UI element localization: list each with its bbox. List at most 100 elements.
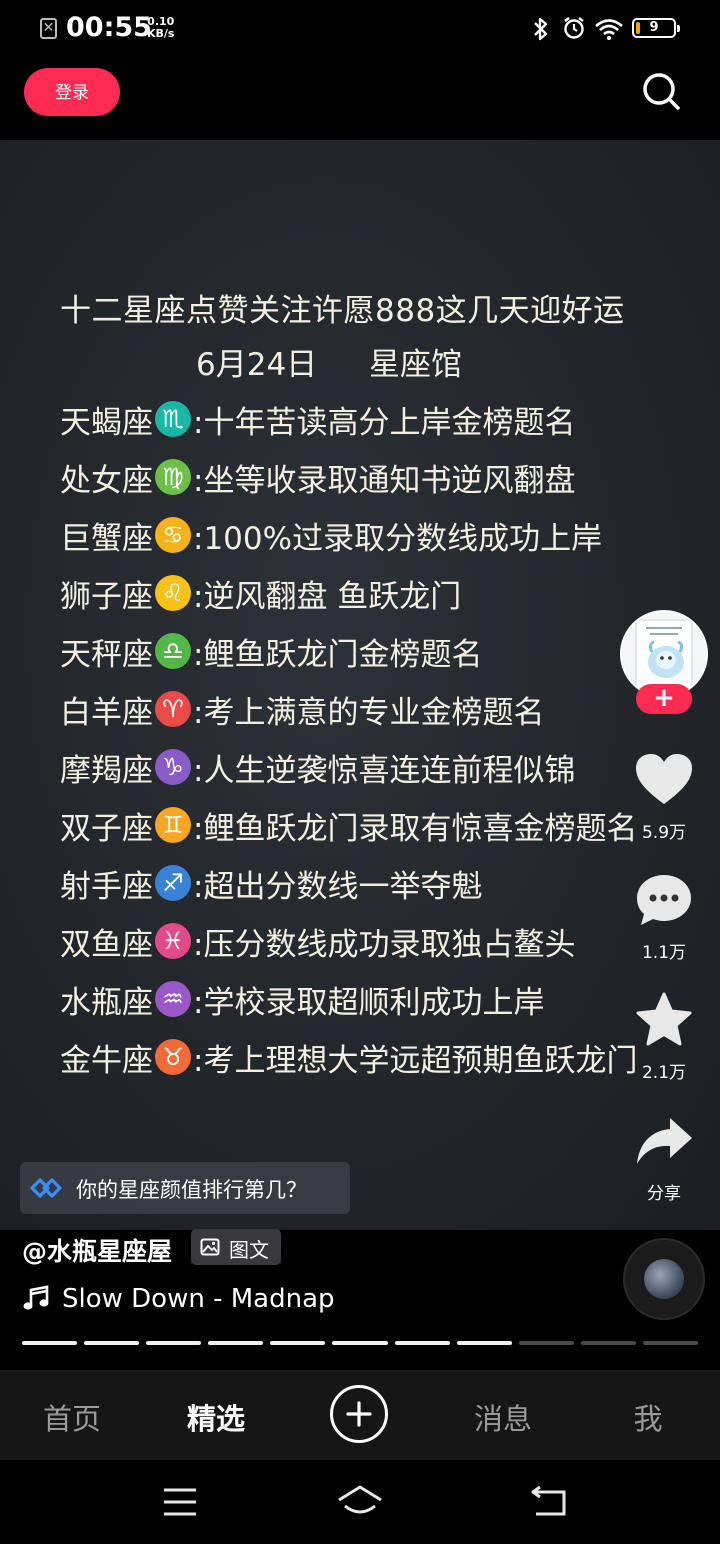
zodiac-list: 天蝎座 ♏:十年苦读高分上岸金榜题名 处女座 ♍:坐等收录取通知书逆风翻盘 巨蟹座 ♋:1…: [60, 390, 680, 1086]
progress-segment: [270, 1341, 326, 1345]
nav-messages[interactable]: 消息: [453, 1396, 553, 1438]
progress-segment: [518, 1341, 574, 1345]
nav-me[interactable]: 我: [598, 1396, 698, 1438]
zodiac-sign: 双鱼座: [60, 926, 153, 963]
status-time: 00:55: [66, 12, 152, 43]
zodiac-row: 金牛座 ♉ :考上理想大学远超预期鱼跃龙门: [60, 1028, 680, 1086]
back-icon[interactable]: [530, 1485, 568, 1518]
zodiac-symbol-icon: ♐: [155, 865, 191, 901]
video-title: 十二星座点赞关注许愿888这几天迎好运: [60, 293, 625, 329]
favorite-count: 2.1万: [641, 1063, 687, 1083]
home-icon[interactable]: [336, 1484, 384, 1520]
zodiac-wish: :超出分数线一举夺魁: [193, 868, 483, 905]
progress-segment: [146, 1341, 202, 1345]
zodiac-wish: :人生逆袭惊喜连连前程似锦: [193, 752, 576, 789]
zodiac-row: 处女座 ♍:坐等收录取通知书逆风翻盘: [60, 448, 680, 506]
music-title[interactable]: Slow Down - Madnap: [62, 1284, 335, 1314]
zodiac-sign: 金牛座: [60, 1042, 153, 1079]
zodiac-sign: 射手座: [60, 868, 153, 905]
zodiac-row: 双鱼座 ♓ :压分数线成功录取独占鳌头: [60, 912, 680, 970]
zodiac-row: 水瓶座 ♒ :学校录取超顺利成功上岸: [60, 970, 680, 1028]
zodiac-row: 天秤座 ♎ :鲤鱼跃龙门金榜题名: [60, 622, 680, 680]
login-button[interactable]: 登录: [24, 68, 120, 116]
zodiac-wish: :100%过录取分数线成功上岸: [193, 520, 603, 557]
zodiac-symbol-icon: ♎: [155, 633, 191, 669]
zodiac-sign: 白羊座: [60, 694, 153, 731]
zodiac-wish: :压分数线成功录取独占鳌头: [193, 926, 576, 963]
wifi-icon: [594, 18, 624, 40]
image-icon: [200, 1238, 220, 1256]
like-count: 5.9万: [641, 823, 687, 843]
progress-segment: [84, 1341, 140, 1345]
create-post-plus-icon[interactable]: [330, 1385, 388, 1443]
zodiac-row: 白羊座 ♈ :考上满意的专业金榜题名: [60, 680, 680, 738]
zodiac-sign: 天秤座: [60, 636, 153, 673]
related-search-text[interactable]: 你的星座颜值排行第几？: [76, 1174, 307, 1204]
zodiac-symbol-icon: ♊: [155, 807, 191, 843]
zodiac-wish: :坐等收录取通知书逆风翻盘: [193, 462, 576, 499]
zodiac-symbol: ♌: [162, 579, 184, 607]
zodiac-symbol-icon: ♓: [155, 923, 191, 959]
zodiac-symbol: ♑: [162, 753, 184, 781]
zodiac-sign: 双子座: [60, 810, 153, 847]
menu-icon[interactable]: [162, 1486, 198, 1518]
zodiac-symbol: ♉: [162, 1043, 184, 1071]
share-icon[interactable]: [634, 1114, 694, 1170]
x-box-icon: ✕: [40, 18, 57, 39]
zodiac-wish: :逆风翻盘 鱼跃龙门: [193, 578, 462, 615]
nav-home[interactable]: 首页: [22, 1396, 122, 1438]
zodiac-row: 射手座 ♐:超出分数线一举夺魁: [60, 854, 680, 912]
bluetooth-icon: [532, 16, 550, 48]
progress-segment: [332, 1341, 388, 1345]
zodiac-sign: 狮子座: [60, 578, 153, 615]
zodiac-symbol: ♎: [162, 637, 184, 665]
zodiac-symbol-icon: ♋: [155, 517, 191, 553]
progress-segment: [642, 1341, 699, 1345]
link-icon: [28, 1172, 64, 1204]
zodiac-wish: :鲤鱼跃龙门录取有惊喜金榜题名: [193, 810, 638, 847]
zodiac-symbol: ♋: [162, 521, 184, 549]
search-icon[interactable]: [640, 70, 682, 112]
comment-count: 1.1万: [641, 943, 687, 963]
zodiac-sign: 巨蟹座: [60, 520, 153, 557]
network-speed-unit: KB/s: [147, 27, 175, 40]
music-note-icon: [22, 1285, 50, 1313]
comment-icon[interactable]: [634, 872, 694, 928]
zodiac-wish: :学校录取超顺利成功上岸: [193, 984, 545, 1021]
share-label[interactable]: 分享: [620, 1179, 708, 1204]
progress-segment: [580, 1341, 636, 1345]
zodiac-row: 摩羯座 ♑ :人生逆袭惊喜连连前程似锦: [60, 738, 680, 796]
video-date: 6月24日: [196, 347, 318, 383]
slideshow-progress: [22, 1341, 699, 1345]
zodiac-row: 巨蟹座 ♋ :100%过录取分数线成功上岸: [60, 506, 680, 564]
zodiac-symbol: ♏: [162, 405, 184, 433]
zodiac-sign: 摩羯座: [60, 752, 153, 789]
zodiac-wish: :鲤鱼跃龙门金榜题名: [193, 636, 483, 673]
star-icon[interactable]: [634, 992, 694, 1048]
network-speed: 0.10 KB/s: [147, 16, 174, 40]
zodiac-symbol: ♊: [162, 811, 184, 839]
post-type-label: 图文: [229, 1238, 269, 1262]
zodiac-sign: 水瓶座: [60, 984, 153, 1021]
zodiac-wish: :考上满意的专业金榜题名: [193, 694, 545, 731]
zodiac-symbol: ♒: [162, 985, 184, 1013]
progress-segment: [22, 1341, 78, 1345]
battery-level: 9: [649, 20, 659, 35]
author-name[interactable]: @水瓶星座屋: [22, 1232, 172, 1268]
zodiac-symbol-icon: ♉: [155, 1039, 191, 1075]
zodiac-sign: 天蝎座: [60, 404, 153, 441]
zodiac-symbol-icon: ♌: [155, 575, 191, 611]
video-source: 星座馆: [369, 347, 463, 383]
progress-segment: [456, 1341, 512, 1345]
nav-featured[interactable]: 精选: [166, 1396, 266, 1438]
zodiac-symbol: ♓: [162, 927, 184, 955]
progress-segment: [394, 1341, 450, 1345]
music-disc-icon[interactable]: [623, 1238, 705, 1320]
zodiac-symbol: ♈: [162, 695, 184, 723]
zodiac-wish: :考上理想大学远超预期鱼跃龙门: [193, 1042, 638, 1079]
heart-icon[interactable]: [634, 752, 694, 808]
zodiac-row: 狮子座 ♌ :逆风翻盘 鱼跃龙门: [60, 564, 680, 622]
zodiac-symbol-icon: ♈: [155, 691, 191, 727]
follow-button[interactable]: +: [636, 684, 692, 714]
zodiac-symbol-icon: ♍: [155, 459, 191, 495]
